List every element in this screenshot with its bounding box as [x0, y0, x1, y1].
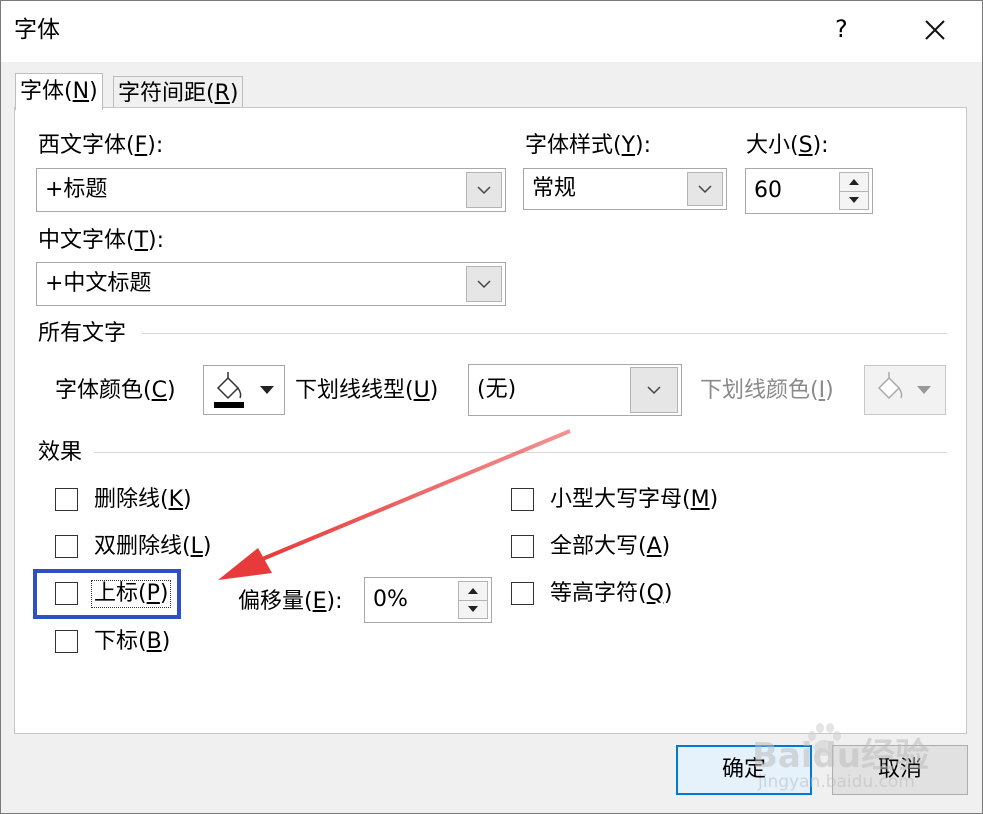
- western-font-value: +标题: [45, 177, 108, 202]
- all-text-divider: [142, 333, 947, 334]
- tab-font[interactable]: 字体(N): [15, 73, 103, 110]
- underline-type-value: (无): [477, 377, 517, 402]
- underline-type-dropdown[interactable]: [630, 367, 678, 413]
- tab-character-spacing[interactable]: 字符间距(R): [113, 76, 244, 110]
- font-style-dropdown[interactable]: [687, 172, 723, 206]
- subscript-checkbox[interactable]: 下标(B): [55, 630, 170, 653]
- font-size-label: 大小(S):: [746, 133, 829, 158]
- watermark-url: jingyan.baidu.com: [758, 772, 915, 792]
- strikethrough-checkbox[interactable]: 删除线(K): [55, 488, 192, 511]
- help-button[interactable]: ?: [835, 17, 848, 41]
- effects-heading: 效果: [38, 440, 83, 465]
- size-increase-button[interactable]: [839, 172, 869, 192]
- double-strikethrough-checkbox[interactable]: 双删除线(L): [55, 535, 211, 558]
- chevron-down-icon: [477, 185, 491, 194]
- watermark-brand: Baidu经验: [752, 736, 930, 776]
- triangle-down-icon: [849, 197, 859, 204]
- chinese-font-combo[interactable]: +中文标题: [36, 262, 506, 306]
- font-style-combo[interactable]: 常规: [523, 168, 727, 210]
- chinese-font-value: +中文标题: [45, 271, 152, 296]
- triangle-down-icon: [468, 606, 478, 613]
- font-color-picker[interactable]: [203, 365, 285, 415]
- chevron-down-icon: [698, 184, 712, 193]
- western-font-combo[interactable]: +标题: [36, 168, 506, 212]
- window-title: 字体: [14, 17, 60, 43]
- font-style-value: 常规: [532, 176, 577, 201]
- checkbox-box[interactable]: [55, 630, 78, 653]
- font-size-spinner[interactable]: 60: [745, 168, 873, 214]
- underline-color-picker: [864, 365, 946, 415]
- close-icon: [925, 20, 945, 40]
- close-button[interactable]: [921, 16, 949, 44]
- all-text-heading: 所有文字: [38, 321, 127, 346]
- paint-bucket-icon: [877, 372, 903, 400]
- chevron-down-icon: [477, 279, 491, 288]
- western-font-dropdown[interactable]: [466, 172, 502, 208]
- triangle-up-icon: [849, 178, 859, 185]
- chinese-font-dropdown[interactable]: [466, 266, 502, 302]
- offset-decrease-button[interactable]: [458, 600, 488, 619]
- underline-type-combo[interactable]: (无): [468, 364, 682, 416]
- western-font-label: 西文字体(F):: [38, 133, 164, 158]
- triangle-down-icon: [260, 386, 274, 394]
- underline-color-label: 下划线颜色(I): [700, 378, 834, 403]
- chevron-down-icon: [647, 385, 661, 394]
- red-arrow-icon: [218, 429, 571, 580]
- checkbox-box[interactable]: [55, 488, 78, 511]
- underline-type-label: 下划线线型(U): [295, 378, 439, 403]
- chinese-font-label: 中文字体(T):: [38, 228, 165, 253]
- checkbox-box[interactable]: [55, 535, 78, 558]
- font-color-label: 字体颜色(C): [55, 378, 176, 403]
- triangle-down-icon: [917, 386, 931, 394]
- superscript-highlight-box: [33, 569, 181, 619]
- size-decrease-button[interactable]: [839, 191, 869, 210]
- baidu-watermark: Baidu经验 jingyan.baidu.com: [752, 720, 962, 800]
- paint-bucket-icon: [214, 372, 244, 408]
- font-style-label: 字体样式(Y):: [525, 133, 652, 158]
